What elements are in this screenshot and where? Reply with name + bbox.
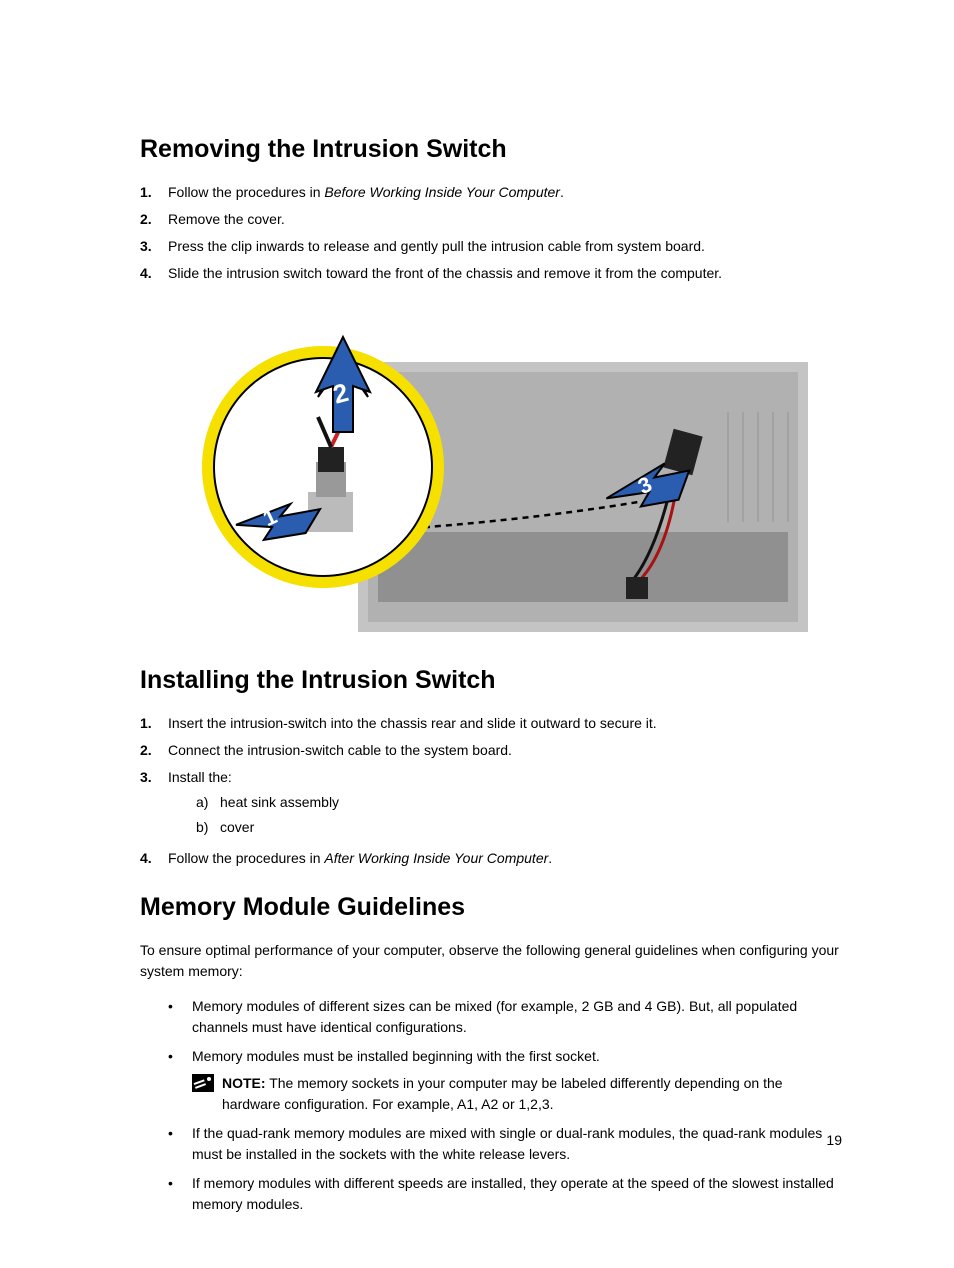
- step-text: Follow the procedures in After Working I…: [168, 848, 844, 869]
- list-item: 2. Connect the intrusion-switch cable to…: [140, 740, 844, 761]
- list-item: 1. Insert the intrusion-switch into the …: [140, 713, 844, 734]
- bullet-item: Memory modules must be installed beginni…: [168, 1046, 844, 1115]
- page-number: 19: [826, 1132, 842, 1148]
- section-heading: Memory Module Guidelines: [140, 893, 844, 922]
- bullet-text: If memory modules with different speeds …: [192, 1173, 844, 1215]
- step-number: 1.: [140, 182, 168, 203]
- step-text: Press the clip inwards to release and ge…: [168, 236, 844, 257]
- bullet-text: Memory modules of different sizes can be…: [192, 996, 844, 1038]
- step-number: 4.: [140, 848, 168, 869]
- step-number: 2.: [140, 740, 168, 761]
- list-item: 4. Follow the procedures in After Workin…: [140, 848, 844, 869]
- step-text: Install the: a)heat sink assembly b)cove…: [168, 767, 844, 842]
- step-number: 2.: [140, 209, 168, 230]
- list-item: 2. Remove the cover.: [140, 209, 844, 230]
- section-heading: Installing the Intrusion Switch: [140, 666, 844, 695]
- sub-list: a)heat sink assembly b)cover: [196, 792, 844, 838]
- note-icon: [192, 1074, 214, 1092]
- step-text: Connect the intrusion-switch cable to th…: [168, 740, 844, 761]
- step-text: Insert the intrusion-switch into the cha…: [168, 713, 844, 734]
- step-number: 1.: [140, 713, 168, 734]
- bullet-item: If memory modules with different speeds …: [168, 1173, 844, 1215]
- step-text: Remove the cover.: [168, 209, 844, 230]
- installing-intrusion-switch-section: Installing the Intrusion Switch 1. Inser…: [140, 666, 844, 869]
- figure-svg: 2 1 3: [168, 302, 808, 642]
- step-text: Slide the intrusion switch toward the fr…: [168, 263, 844, 284]
- sub-list-item: a)heat sink assembly: [196, 792, 844, 813]
- memory-module-guidelines-section: Memory Module Guidelines To ensure optim…: [140, 893, 844, 1215]
- note-text: NOTE: The memory sockets in your compute…: [222, 1073, 844, 1115]
- intro-paragraph: To ensure optimal performance of your co…: [140, 940, 844, 982]
- list-item: 4. Slide the intrusion switch toward the…: [140, 263, 844, 284]
- list-item: 1. Follow the procedures in Before Worki…: [140, 182, 844, 203]
- intrusion-switch-figure: 2 1 3: [168, 302, 808, 642]
- step-text: Follow the procedures in Before Working …: [168, 182, 844, 203]
- guidelines-bullet-list: Memory modules of different sizes can be…: [140, 996, 844, 1215]
- removing-steps-list: 1. Follow the procedures in Before Worki…: [140, 182, 844, 284]
- bullet-text: Memory modules must be installed beginni…: [192, 1046, 844, 1067]
- step-number: 4.: [140, 263, 168, 284]
- note-callout: NOTE: The memory sockets in your compute…: [192, 1073, 844, 1115]
- bullet-item: If the quad-rank memory modules are mixe…: [168, 1123, 844, 1165]
- bullet-text: If the quad-rank memory modules are mixe…: [192, 1123, 844, 1165]
- list-item: 3. Install the: a)heat sink assembly b)c…: [140, 767, 844, 842]
- step-number: 3.: [140, 767, 168, 788]
- sub-list-item: b)cover: [196, 817, 844, 838]
- removing-intrusion-switch-section: Removing the Intrusion Switch 1. Follow …: [140, 135, 844, 642]
- section-heading: Removing the Intrusion Switch: [140, 135, 844, 164]
- step-number: 3.: [140, 236, 168, 257]
- bullet-item: Memory modules of different sizes can be…: [168, 996, 844, 1038]
- list-item: 3. Press the clip inwards to release and…: [140, 236, 844, 257]
- installing-steps-list: 1. Insert the intrusion-switch into the …: [140, 713, 844, 869]
